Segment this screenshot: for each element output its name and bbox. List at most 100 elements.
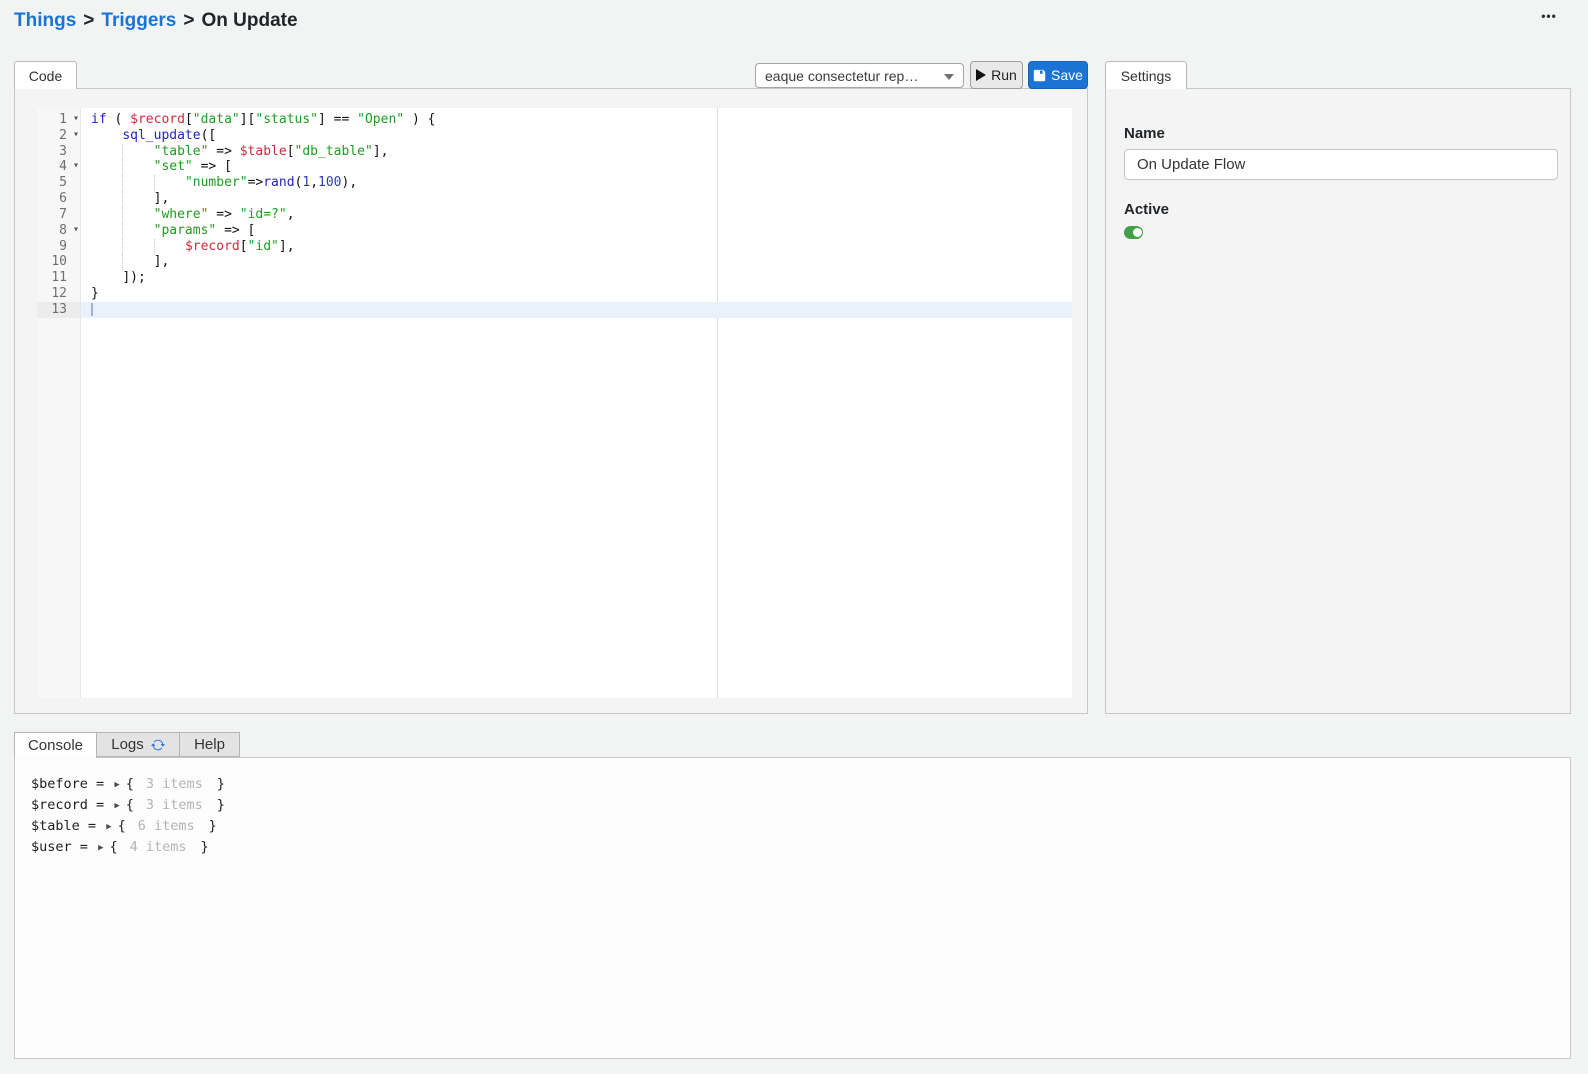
tab-console[interactable]: Console bbox=[14, 732, 97, 758]
indent-guide bbox=[122, 239, 153, 255]
token-pl: ], bbox=[154, 191, 170, 206]
token-num: 1 bbox=[302, 175, 310, 190]
active-toggle[interactable] bbox=[1124, 226, 1143, 239]
breadcrumb-triggers-link[interactable]: Triggers bbox=[101, 10, 176, 31]
token-fn: sql_update bbox=[122, 128, 200, 143]
code-line-4[interactable]: "set" => [ bbox=[81, 159, 1072, 175]
item-count: 6 items bbox=[126, 818, 209, 834]
name-label: Name bbox=[1124, 125, 1551, 142]
indent-guide bbox=[122, 254, 153, 270]
line-number: 7 bbox=[37, 207, 80, 223]
fold-arrow-icon[interactable]: ▾ bbox=[73, 222, 79, 238]
indent-guide bbox=[91, 254, 122, 270]
toggle-knob bbox=[1133, 228, 1142, 237]
token-pl: ][ bbox=[240, 112, 256, 127]
code-line-8[interactable]: "params" => [ bbox=[81, 223, 1072, 239]
fold-arrow-icon[interactable]: ▾ bbox=[73, 158, 79, 174]
editor-content[interactable]: if ( $record["data"]["status"] == "Open"… bbox=[81, 108, 1072, 698]
token-pl: , bbox=[310, 175, 318, 190]
console-var-table: $table = ▶{6 items} bbox=[31, 816, 1570, 837]
ellipsis-icon: ••• bbox=[1541, 9, 1557, 23]
gutter-line-13: 13 bbox=[37, 302, 80, 318]
expand-triangle-icon[interactable]: ▶ bbox=[112, 775, 125, 796]
breadcrumb-separator: > bbox=[76, 10, 101, 31]
var-name: $before bbox=[31, 776, 88, 792]
brace-open: { bbox=[126, 797, 134, 813]
token-pl: } bbox=[91, 286, 99, 301]
token-pl: => bbox=[208, 144, 239, 159]
indent-guide bbox=[91, 159, 122, 175]
line-number: 5 bbox=[37, 175, 80, 191]
code-line-9[interactable]: $record["id"], bbox=[81, 239, 1072, 255]
gutter-line-5: 5 bbox=[37, 175, 80, 191]
expand-triangle-icon[interactable]: ▶ bbox=[104, 817, 117, 838]
tab-logs[interactable]: Logs bbox=[96, 732, 180, 757]
refresh-icon bbox=[151, 738, 165, 752]
line-number: 6 bbox=[37, 191, 80, 207]
breadcrumb-things-link[interactable]: Things bbox=[14, 10, 76, 31]
code-line-7[interactable]: "where" => "id=?", bbox=[81, 207, 1072, 223]
indent-guide bbox=[91, 191, 122, 207]
play-icon bbox=[976, 69, 986, 81]
editor-gutter: 1▾2▾34▾5678▾910111213 bbox=[37, 108, 81, 698]
gutter-line-10: 10 bbox=[37, 254, 80, 270]
token-fn: rand bbox=[263, 175, 294, 190]
tab-settings[interactable]: Settings bbox=[1105, 61, 1187, 89]
tab-code[interactable]: Code bbox=[14, 61, 77, 89]
save-button[interactable]: Save bbox=[1028, 61, 1088, 89]
fold-arrow-icon[interactable]: ▾ bbox=[73, 127, 79, 143]
token-pl: => [ bbox=[193, 159, 232, 174]
token-pl: ] == bbox=[318, 112, 357, 127]
more-options-button[interactable]: ••• bbox=[1533, 9, 1565, 27]
item-count: 3 items bbox=[134, 797, 217, 813]
gutter-line-4: 4▾ bbox=[37, 159, 80, 175]
run-button-label: Run bbox=[991, 67, 1017, 83]
brace-close: } bbox=[217, 776, 225, 792]
token-pl: [ bbox=[240, 239, 248, 254]
var-name: $record bbox=[31, 797, 88, 813]
gutter-line-3: 3 bbox=[37, 144, 80, 160]
code-line-6[interactable]: ], bbox=[81, 191, 1072, 207]
indent-guide bbox=[91, 128, 122, 144]
code-line-10[interactable]: ], bbox=[81, 254, 1072, 270]
indent-guide bbox=[154, 239, 185, 255]
flow-select[interactable]: eaque consectetur rep… bbox=[755, 63, 964, 88]
code-line-3[interactable]: "table" => $table["db_table"], bbox=[81, 144, 1072, 160]
code-line-11[interactable]: ]); bbox=[81, 270, 1072, 286]
name-input[interactable]: On Update Flow bbox=[1124, 149, 1558, 180]
code-line-12[interactable]: } bbox=[81, 286, 1072, 302]
run-button[interactable]: Run bbox=[970, 61, 1023, 89]
code-line-1[interactable]: if ( $record["data"]["status"] == "Open"… bbox=[81, 112, 1072, 128]
tab-console-label: Console bbox=[28, 737, 83, 754]
indent-guide bbox=[122, 159, 153, 175]
equals-sign: = bbox=[88, 818, 96, 834]
token-str: "id=?" bbox=[240, 207, 287, 222]
console-var-before: $before = ▶{3 items} bbox=[31, 774, 1570, 795]
expand-triangle-icon[interactable]: ▶ bbox=[112, 796, 125, 817]
var-name: $user bbox=[31, 839, 72, 855]
code-editor[interactable]: 1▾2▾34▾5678▾910111213 if ( $record["data… bbox=[37, 108, 1072, 698]
token-pl: , bbox=[287, 207, 295, 222]
save-button-label: Save bbox=[1051, 67, 1083, 83]
tab-code-label: Code bbox=[29, 68, 62, 84]
code-line-5[interactable]: "number"=>rand(1,100), bbox=[81, 175, 1072, 191]
token-kw: if bbox=[91, 112, 107, 127]
expand-triangle-icon[interactable]: ▶ bbox=[96, 838, 109, 859]
indent-guide bbox=[122, 144, 153, 160]
brace-open: { bbox=[126, 776, 134, 792]
tab-help[interactable]: Help bbox=[179, 732, 240, 757]
console-output: $before = ▶{3 items} $record = ▶{3 items… bbox=[15, 758, 1570, 1058]
token-str: "table" bbox=[154, 144, 209, 159]
var-name: $table bbox=[31, 818, 80, 834]
fold-arrow-icon[interactable]: ▾ bbox=[73, 111, 79, 127]
indent-guide bbox=[91, 270, 122, 286]
gutter-line-6: 6 bbox=[37, 191, 80, 207]
token-var: $record bbox=[185, 239, 240, 254]
token-str: "where" bbox=[154, 207, 209, 222]
indent-guide bbox=[91, 144, 122, 160]
code-line-13[interactable] bbox=[81, 302, 1072, 318]
token-pl: ], bbox=[154, 254, 170, 269]
code-line-2[interactable]: sql_update([ bbox=[81, 128, 1072, 144]
token-pl: => [ bbox=[216, 223, 255, 238]
indent-guide bbox=[122, 191, 153, 207]
